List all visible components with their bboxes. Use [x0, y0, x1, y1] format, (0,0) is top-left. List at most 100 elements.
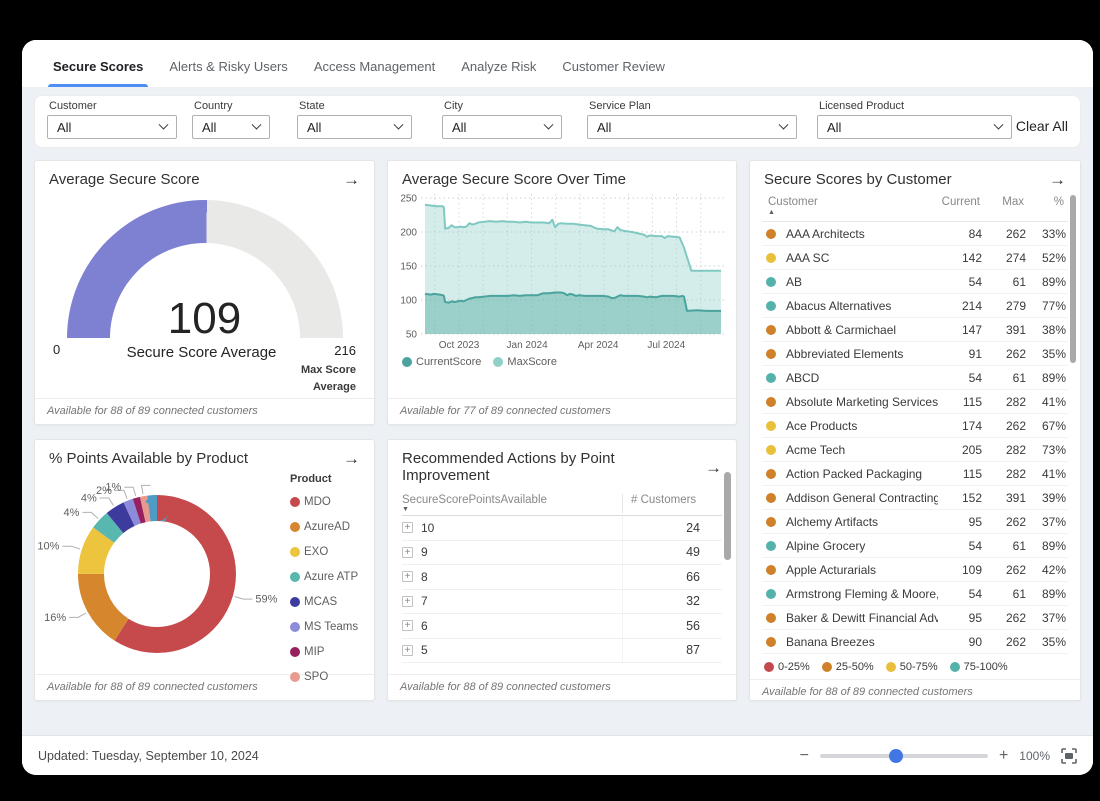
customer-score-pct: 89% [1026, 539, 1068, 553]
customer-score-pct: 73% [1026, 443, 1068, 457]
area-line-chart: 50100150200250Oct 2023Jan 2024Apr 2024Ju… [395, 188, 731, 354]
customer-max-score: 61 [982, 587, 1026, 601]
points-cell: 6 [402, 619, 622, 633]
tab-alerts-risky-users[interactable]: Alerts & Risky Users [156, 59, 300, 87]
drill-through-arrow-icon[interactable]: → [343, 171, 360, 188]
customer-max-score: 282 [982, 467, 1026, 481]
svg-text:1%: 1% [105, 482, 121, 494]
customer-current-score: 152 [938, 491, 982, 505]
service-plan-dropdown[interactable]: All [587, 115, 797, 139]
customer-row: Action Packed Packaging11528241% [762, 462, 1068, 486]
customer-max-score: 274 [982, 251, 1026, 265]
customers-count: 56 [622, 614, 722, 638]
legend-dot [290, 572, 300, 582]
card-footer-note: Available for 77 of 89 connected custome… [388, 398, 736, 424]
points-cell: 8 [402, 570, 622, 584]
filter-country: Country All [192, 100, 270, 139]
customer-row: Addison General Contracting Co.15239139% [762, 486, 1068, 510]
customer-current-score: 115 [938, 467, 982, 481]
customer-max-score: 391 [982, 323, 1026, 337]
filter-city: City All [442, 100, 562, 139]
points-value: 9 [421, 545, 428, 559]
gauge-max-value: 216 [334, 343, 356, 358]
tab-customer-review[interactable]: Customer Review [549, 59, 678, 87]
expand-icon[interactable] [402, 571, 413, 582]
tab-access-management[interactable]: Access Management [301, 59, 448, 87]
customer-name: Ace Products [786, 419, 938, 433]
card-title: Average Secure Score [49, 171, 200, 188]
clear-all-button[interactable]: Clear All [1016, 118, 1068, 139]
score-tier-dot [766, 349, 776, 359]
actions-table-header: SecureScorePointsAvailable▼ # Customers [402, 488, 722, 516]
fit-to-screen-icon[interactable] [1061, 748, 1077, 764]
customer-name: Banana Breezes [786, 635, 938, 649]
chevron-down-icon [994, 119, 1004, 129]
legend-item-currentscore[interactable]: CurrentScore [402, 356, 481, 368]
column-header-customers[interactable]: # Customers [622, 494, 722, 513]
legend-item-mdo[interactable]: MDO [290, 489, 360, 514]
drill-through-arrow-icon[interactable]: → [705, 459, 722, 476]
drill-through-arrow-icon[interactable]: → [343, 450, 360, 467]
tab-secure-scores[interactable]: Secure Scores [40, 59, 156, 87]
column-header-pct[interactable]: % [1024, 196, 1066, 208]
legend-item-mcas[interactable]: MCAS [290, 589, 360, 614]
column-header-customer[interactable]: Customer▲ [764, 196, 936, 216]
customer-name: ABCD [786, 371, 938, 385]
svg-text:Apr 2024: Apr 2024 [578, 340, 619, 351]
customer-max-score: 61 [982, 371, 1026, 385]
customer-current-score: 54 [938, 371, 982, 385]
score-tier-dot [766, 589, 776, 599]
column-header-points[interactable]: SecureScorePointsAvailable▼ [402, 494, 622, 513]
licensed-product-dropdown[interactable]: All [817, 115, 1012, 139]
action-row: 866 [402, 565, 722, 590]
expand-icon[interactable] [402, 522, 413, 533]
gauge-max-label: 216 Max Score Average [290, 342, 356, 395]
zoom-slider-thumb[interactable] [889, 749, 903, 763]
expand-icon[interactable] [402, 620, 413, 631]
legend-item-spo[interactable]: SPO [290, 664, 360, 689]
expand-icon[interactable] [402, 596, 413, 607]
vertical-scrollbar[interactable] [724, 472, 731, 560]
legend-item-azure-atp[interactable]: Azure ATP [290, 564, 360, 589]
customer-name: Abbreviated Elements [786, 347, 938, 361]
zoom-slider[interactable] [820, 754, 988, 758]
card-footer-note: Available for 88 of 89 connected custome… [750, 679, 1080, 701]
score-tier-dot [766, 301, 776, 311]
legend-item-exo[interactable]: EXO [290, 539, 360, 564]
country-dropdown[interactable]: All [192, 115, 270, 139]
state-dropdown[interactable]: All [297, 115, 412, 139]
column-header-max[interactable]: Max [980, 196, 1024, 208]
drill-through-arrow-icon[interactable]: → [1049, 171, 1066, 188]
legend-dot [822, 662, 832, 672]
city-dropdown[interactable]: All [442, 115, 562, 139]
expand-icon[interactable] [402, 645, 413, 656]
customer-score-pct: 37% [1026, 515, 1068, 529]
legend-scroll-down-icon[interactable]: ▼ [290, 699, 360, 701]
zoom-out-button[interactable]: − [800, 748, 809, 764]
customer-name: AB [786, 275, 938, 289]
legend-item-mip[interactable]: MIP [290, 639, 360, 664]
points-cell: 7 [402, 594, 622, 608]
customer-dropdown[interactable]: All [47, 115, 177, 139]
action-row: 949 [402, 541, 722, 566]
legend-label: 0-25% [778, 661, 810, 673]
zoom-in-button[interactable]: + [999, 748, 1008, 764]
legend-item-azuread[interactable]: AzureAD [290, 514, 360, 539]
svg-text:4%: 4% [81, 493, 97, 505]
action-row: 587 [402, 639, 722, 664]
chevron-down-icon [394, 119, 404, 129]
expand-icon[interactable] [402, 547, 413, 558]
vertical-scrollbar[interactable] [1070, 195, 1076, 363]
customer-max-score: 391 [982, 491, 1026, 505]
legend-dot [290, 522, 300, 532]
column-header-current[interactable]: Current [936, 196, 980, 208]
product-legend: ProductMDOAzureADEXOAzure ATPMCASMS Team… [290, 473, 360, 701]
tab-analyze-risk[interactable]: Analyze Risk [448, 59, 549, 87]
points-cell: 10 [402, 521, 622, 535]
legend-item-ms-teams[interactable]: MS Teams [290, 614, 360, 639]
legend-item-maxscore[interactable]: MaxScore [493, 356, 557, 368]
customers-count: 66 [622, 565, 722, 589]
svg-text:Jul 2024: Jul 2024 [647, 340, 685, 351]
customers-count: 87 [622, 639, 722, 663]
filter-licensed-product: Licensed Product All [817, 100, 1012, 139]
